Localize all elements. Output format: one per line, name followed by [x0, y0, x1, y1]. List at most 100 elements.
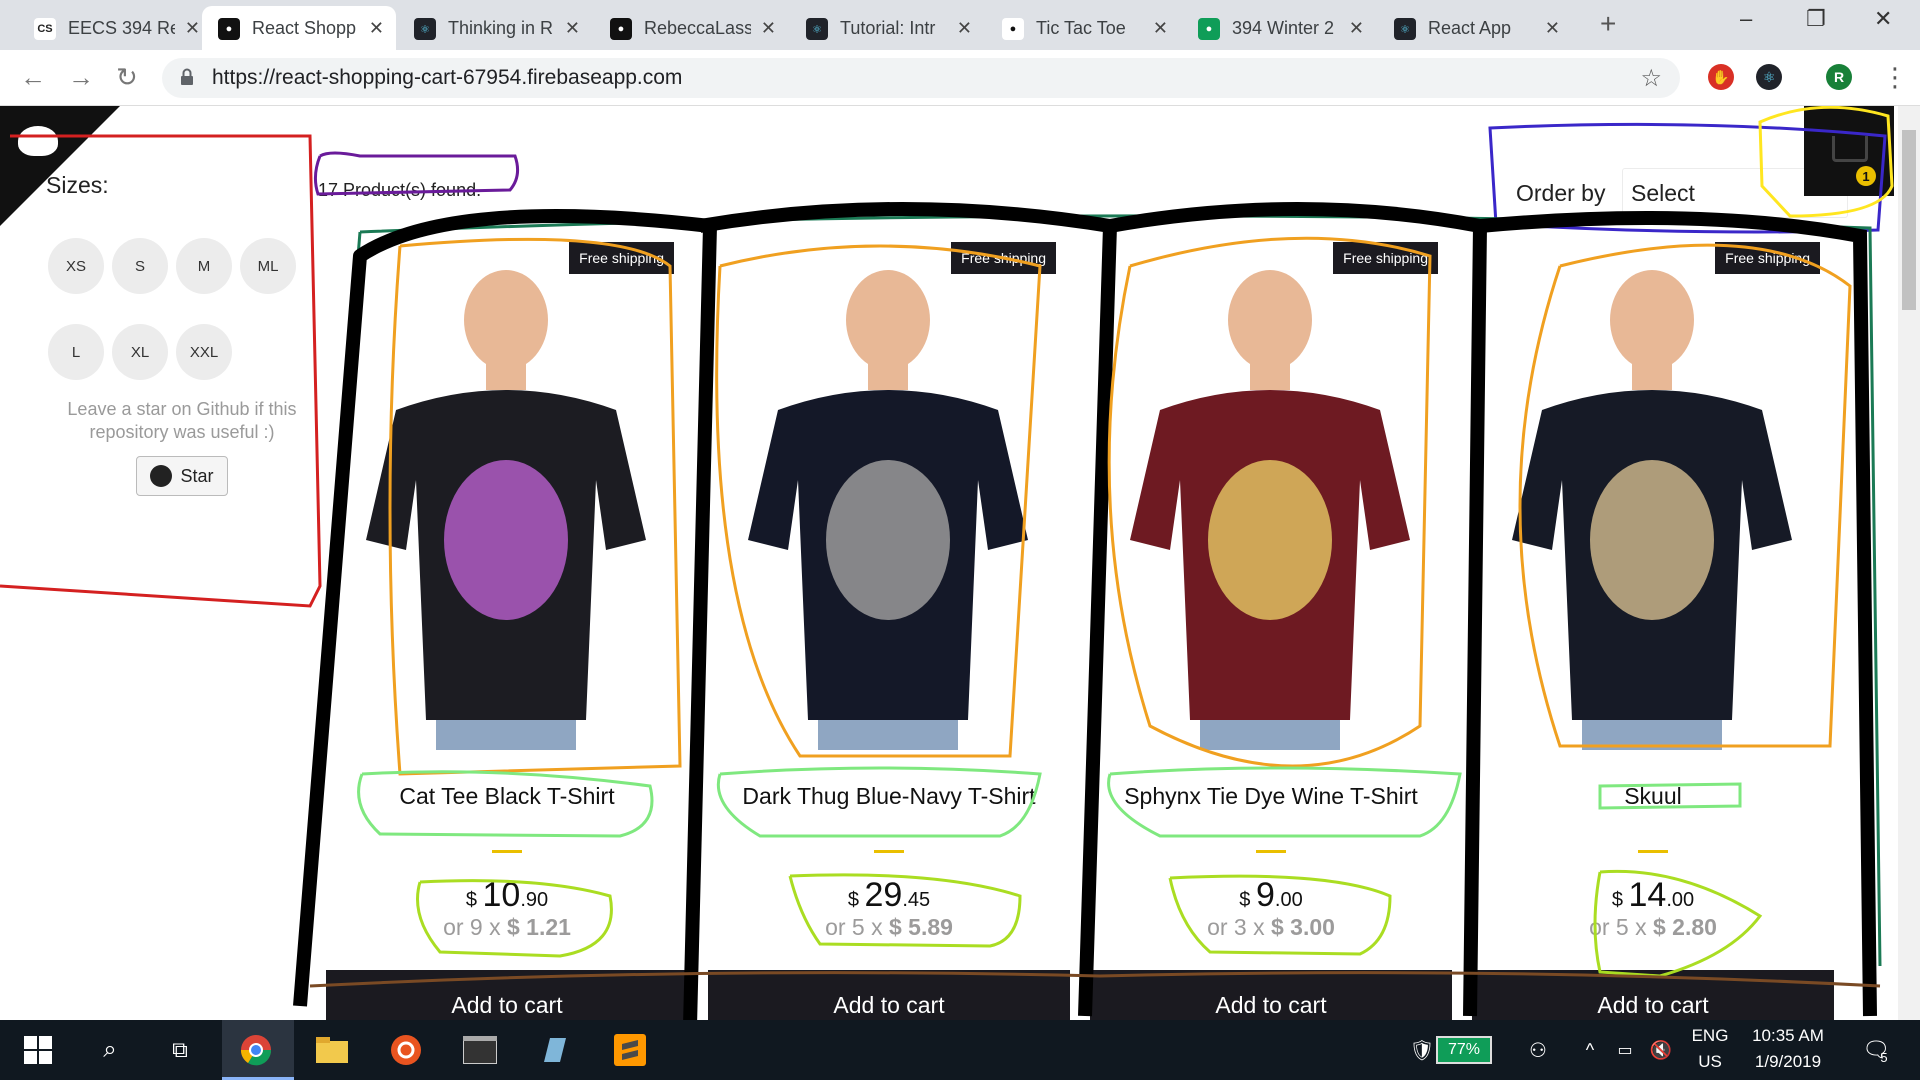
free-shipping-badge: Free shipping — [951, 242, 1056, 274]
product-price: $ 10.90 — [316, 876, 698, 915]
product-card[interactable]: Free shipping Skuul $ 14.00 or 5 x $ 2.8… — [1462, 226, 1844, 1020]
size-filter-button[interactable]: XXL — [176, 324, 232, 380]
forward-icon[interactable]: → — [68, 62, 94, 93]
react-shopping-icon: ● — [218, 18, 240, 40]
language-top[interactable]: ENG — [1688, 1026, 1732, 1046]
tab-close-icon[interactable]: ✕ — [185, 18, 200, 39]
minimize-icon[interactable]: – — [1740, 6, 1752, 32]
tab-close-icon[interactable]: ✕ — [1153, 18, 1168, 39]
price-currency: $ — [1611, 889, 1623, 911]
tab-close-icon[interactable]: ✕ — [761, 18, 776, 39]
close-window-icon[interactable]: ✕ — [1874, 6, 1892, 32]
scrollbar-thumb[interactable] — [1902, 130, 1916, 310]
app-icon[interactable] — [536, 1032, 572, 1068]
title-divider — [1256, 850, 1286, 853]
tab-close-icon[interactable]: ✕ — [369, 18, 384, 39]
battery-indicator[interactable]: 77% — [1436, 1036, 1492, 1064]
battery-icon[interactable]: ▭ — [1612, 1032, 1638, 1068]
browser-tab[interactable]: CS EECS 394 Re ✕ — [18, 6, 212, 50]
chrome-taskbar-icon[interactable] — [238, 1032, 274, 1068]
profile-avatar[interactable]: R — [1826, 64, 1852, 90]
browser-toolbar: ← → ↻ https://react-shopping-cart-67954.… — [0, 50, 1920, 106]
page-scrollbar[interactable] — [1898, 106, 1920, 1020]
clock-date[interactable]: 1/9/2019 — [1740, 1052, 1836, 1072]
sublime-text-icon[interactable] — [612, 1032, 648, 1068]
adblock-extension-icon[interactable]: ✋ — [1708, 64, 1734, 90]
github-star-note: Leave a star on Github if this repositor… — [67, 399, 297, 442]
defender-icon[interactable]: 🛡 — [1409, 1032, 1434, 1068]
browser-tab[interactable]: ⚛ Thinking in R ✕ — [398, 6, 592, 50]
tab-close-icon[interactable]: ✕ — [1545, 18, 1560, 39]
cart-button[interactable]: 1 — [1804, 106, 1894, 196]
github-corner[interactable] — [0, 106, 120, 226]
shopping-cart-page: Sizes: XS S M ML L XL XXL Leave a star on Gith… — [0, 106, 1920, 1020]
add-to-cart-button[interactable]: Add to cart — [326, 970, 688, 1020]
free-shipping-badge: Free shipping — [1333, 242, 1438, 274]
task-view-icon[interactable]: ⧉ — [162, 1032, 198, 1068]
browser-tab[interactable]: ● React Shopp ✕ — [202, 6, 396, 50]
search-icon[interactable]: ⌕ — [92, 1032, 128, 1068]
github-icon — [150, 465, 173, 487]
title-divider — [1638, 850, 1668, 853]
installment-info: or 9 x $ 1.21 — [316, 914, 698, 941]
product-card[interactable]: Free shipping Dark Thug Blue-Navy T-Shir… — [698, 226, 1080, 1020]
restore-icon[interactable]: ❐ — [1806, 6, 1826, 32]
chrome-menu-icon[interactable]: ⋮ — [1882, 62, 1908, 93]
volume-icon[interactable]: 🔇 — [1648, 1032, 1674, 1068]
browser-tab-strip: CS EECS 394 Re ✕ ● React Shopp ✕ ⚛ Thinking in … — [0, 0, 1920, 50]
browser-tab[interactable]: ● 394 Winter 2 ✕ — [1182, 6, 1376, 50]
browser-tab[interactable]: ● Tic Tac Toe ✕ — [986, 6, 1180, 50]
product-image — [1120, 240, 1420, 750]
language-bottom[interactable]: US — [1688, 1052, 1732, 1072]
reload-icon[interactable]: ↻ — [116, 62, 138, 93]
tab-title: RebeccaLass — [644, 17, 751, 38]
size-filter-button[interactable]: ML — [240, 238, 296, 294]
size-filter-button[interactable]: XS — [48, 238, 104, 294]
price-decimal: .45 — [902, 889, 931, 911]
product-price: $ 9.00 — [1080, 876, 1462, 915]
price-decimal: .00 — [1274, 889, 1303, 911]
browser-tab[interactable]: ⚛ React App ✕ — [1378, 6, 1572, 50]
windows-start-icon[interactable] — [20, 1032, 56, 1068]
installment-price: $ 1.21 — [506, 914, 571, 940]
tab-title: Tic Tac Toe — [1036, 17, 1126, 38]
clock-time[interactable]: 10:35 AM — [1740, 1026, 1836, 1046]
notification-count: 5 — [1880, 1050, 1888, 1065]
react-devtools-icon[interactable]: ⚛ — [1756, 64, 1782, 90]
add-to-cart-button[interactable]: Add to cart — [708, 970, 1070, 1020]
browser-tab[interactable]: ⚛ Tutorial: Intr ✕ — [790, 6, 984, 50]
size-filter-button[interactable]: L — [48, 324, 104, 380]
people-icon[interactable]: ⚇ — [1524, 1032, 1552, 1068]
codepen-icon: ● — [1002, 18, 1024, 40]
tray-chevron-up-icon[interactable]: ^ — [1580, 1032, 1600, 1068]
browser-tab[interactable]: ● RebeccaLass ✕ — [594, 6, 788, 50]
new-tab-button[interactable]: + — [1600, 8, 1616, 40]
github-star-button[interactable]: Star — [136, 456, 228, 496]
price-decimal: .00 — [1666, 889, 1695, 911]
add-to-cart-button[interactable]: Add to cart — [1472, 970, 1834, 1020]
bookmark-star-icon[interactable]: ☆ — [1640, 64, 1662, 93]
installment-price: $ 2.80 — [1652, 914, 1717, 940]
file-explorer-icon[interactable] — [314, 1032, 350, 1068]
cart-icon — [1832, 136, 1868, 162]
address-bar[interactable]: https://react-shopping-cart-67954.fireba… — [162, 58, 1680, 98]
product-card[interactable]: Free shipping Cat Tee Black T-Shirt $ 10… — [316, 226, 698, 1020]
tab-close-icon[interactable]: ✕ — [565, 18, 580, 39]
back-icon[interactable]: ← — [20, 62, 46, 93]
size-filter-button[interactable]: M — [176, 238, 232, 294]
terminal-icon[interactable] — [462, 1032, 498, 1068]
tab-close-icon[interactable]: ✕ — [1349, 18, 1364, 39]
product-title: Sphynx Tie Dye Wine T-Shirt — [1124, 783, 1418, 809]
size-filter-button[interactable]: S — [112, 238, 168, 294]
star-button-label: Star — [180, 465, 214, 486]
product-card[interactable]: Free shipping Sphynx Tie Dye Wine T-Shir… — [1080, 226, 1462, 1020]
installment-price: $ 5.89 — [888, 914, 953, 940]
product-title: Cat Tee Black T-Shirt — [399, 783, 615, 809]
cart-count-badge: 1 — [1856, 166, 1876, 186]
free-shipping-badge: Free shipping — [569, 242, 674, 274]
tab-close-icon[interactable]: ✕ — [957, 18, 972, 39]
size-filter-button[interactable]: XL — [112, 324, 168, 380]
add-to-cart-button[interactable]: Add to cart — [1090, 970, 1452, 1020]
ubuntu-icon[interactable] — [388, 1032, 424, 1068]
installment-price: $ 3.00 — [1270, 914, 1335, 940]
